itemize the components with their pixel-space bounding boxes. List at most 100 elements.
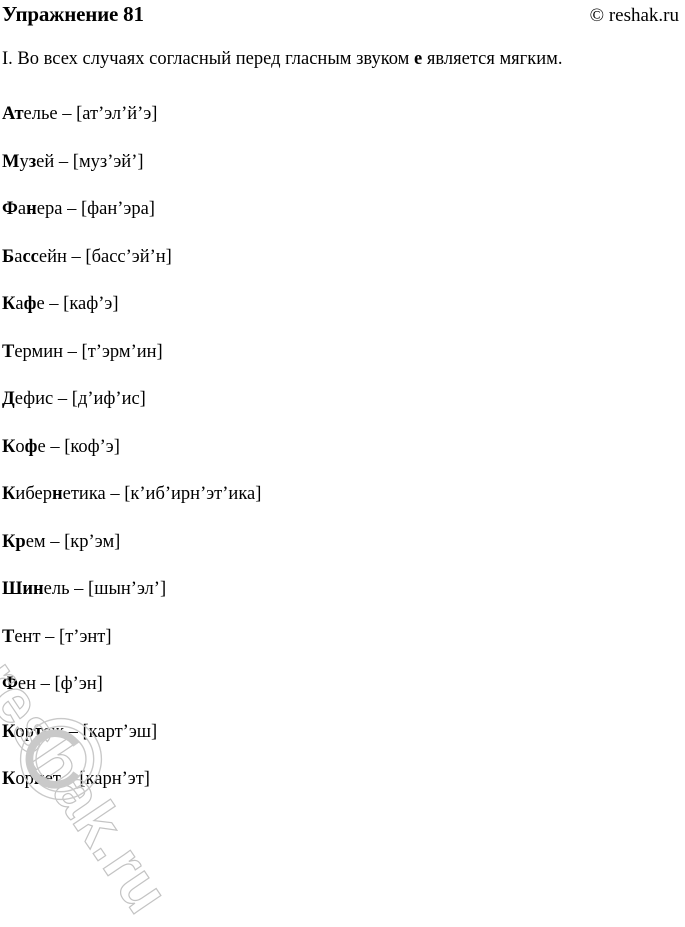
word-transcription: [кр’эм] (64, 531, 121, 552)
word-line: Шинель – [шын’эл’] (2, 566, 685, 614)
word-line: Фанера – [фан’эра] (2, 186, 685, 234)
word-bold-consonant: ин (22, 579, 44, 599)
word-line: Кофе – [коф’э] (2, 424, 685, 472)
word-transcription: [т’эрм’ин] (81, 341, 163, 362)
word-bold-initial: К (2, 531, 16, 552)
word-dash: – (50, 531, 60, 552)
word-mid: ор (15, 721, 34, 742)
word-dash: – (110, 484, 120, 504)
word-line: Бассейн – [басс’эй’н] (2, 234, 685, 282)
word-transcription: [к’иб’ирн’эт’ика] (124, 484, 262, 504)
word-bold-initial: К (2, 769, 16, 789)
word-transcription: [д’иф’ис] (71, 389, 146, 409)
word-bold-initial: Т (2, 341, 15, 362)
word-bold-consonant: н (51, 484, 63, 504)
word-dash: – (74, 579, 84, 599)
word-bold-initial: К (2, 294, 16, 314)
word-bold-consonant: т (33, 721, 44, 742)
word-rest: еж (43, 721, 65, 742)
word-bold-initial: Б (2, 246, 15, 267)
word-dash: – (67, 341, 77, 362)
word-rest: е (37, 436, 46, 457)
word-transcription: [т’энт] (59, 626, 112, 647)
word-line: Ателье – [ат’эл’й’э] (2, 91, 685, 139)
word-line: Крем – [кр’эм] (2, 519, 685, 567)
word-dash: – (62, 104, 72, 124)
word-rest: ет (44, 769, 61, 789)
word-transcription: [фан’эра] (80, 199, 155, 219)
word-dash: – (58, 151, 69, 172)
word-rest: ефис (14, 389, 54, 409)
word-transcription: [шын’эл’] (88, 579, 167, 599)
word-bold-consonant: т (14, 104, 24, 124)
word-transcription: [ат’эл’й’э] (76, 104, 158, 124)
word-transcription: [карн’эт] (79, 769, 150, 789)
word-rest: ент (14, 626, 41, 647)
intro-suffix: является мягким. (422, 49, 563, 69)
word-transcription: [ф’эн] (54, 674, 103, 694)
word-dash: – (71, 246, 81, 267)
word-mid: о (15, 436, 25, 457)
word-bold-initial: Ф (2, 199, 18, 219)
word-dash: – (57, 389, 68, 409)
word-rest: етика (62, 484, 106, 504)
word-dash: – (50, 436, 60, 457)
word-dash: – (68, 721, 78, 742)
word-bold-initial: К (2, 484, 16, 504)
word-bold-initial: К (2, 436, 16, 457)
word-mid: у (19, 151, 29, 172)
word-bold-initial: Д (2, 389, 15, 409)
word-transcription-list: Ателье – [ат’эл’й’э] Музей – [муз’эй’] Фан… (2, 91, 685, 804)
word-rest: ель (43, 579, 70, 599)
word-rest: ей (36, 151, 55, 172)
word-line: Термин – [т’эрм’ин] (2, 329, 685, 377)
word-line: Кибернетика – [к’иб’ирн’эт’ика] (2, 471, 685, 519)
word-dash: – (45, 626, 55, 647)
word-line: Фен – [ф’эн] (2, 661, 685, 709)
word-rest: елье (23, 104, 58, 124)
word-dash: – (49, 294, 59, 314)
intro-emphasis-letter: е (414, 49, 423, 69)
word-bold-initial: А (2, 104, 15, 124)
page-title: Упражнение 81 (2, 2, 144, 26)
page-header: Упражнение 81 © reshak.ru (0, 0, 685, 28)
word-bold-consonant: н (33, 769, 45, 789)
word-bold-initial: Ш (2, 579, 23, 599)
word-rest: ен (17, 674, 37, 694)
word-bold-initial: Ф (2, 674, 18, 694)
intro-paragraph: I. Во всех случаях согласный перед гласн… (2, 44, 683, 75)
word-line: Кафе – [каф’э] (2, 281, 685, 329)
word-rest: ера (36, 199, 63, 219)
word-line: Кортеж – [карт’эш] (2, 709, 685, 757)
word-transcription: [муз’эй’] (72, 151, 144, 172)
word-transcription: [карт’эш] (82, 721, 158, 742)
word-line: Дефис – [д’иф’ис] (2, 376, 685, 424)
word-bold-consonant: ф (23, 294, 37, 314)
word-line: Музей – [муз’эй’] (2, 139, 685, 187)
word-bold-initial: М (2, 151, 20, 172)
word-mid: а (15, 294, 24, 314)
word-dash: – (65, 769, 75, 789)
word-rest: ейн (38, 246, 67, 267)
word-bold-initial: К (2, 721, 16, 742)
word-transcription: [каф’э] (63, 294, 119, 314)
word-mid: ибер (15, 484, 52, 504)
word-bold-consonant: ф (24, 436, 38, 457)
word-rest: ермин (14, 341, 64, 362)
word-transcription: [басс’эй’н] (85, 246, 172, 267)
word-dash: – (40, 674, 50, 694)
word-mid: а (17, 199, 27, 219)
intro-prefix: I. Во всех случаях согласный перед гласн… (2, 49, 415, 69)
word-bold-initial: Т (2, 626, 15, 647)
word-bold-consonant: сс (22, 246, 39, 267)
word-line: Тент – [т’энт] (2, 614, 685, 662)
word-mid: ор (15, 769, 34, 789)
word-transcription: [коф’э] (64, 436, 120, 457)
exercise-page: Упражнение 81 © reshak.ru I. Во всех слу… (0, 0, 685, 927)
word-dash: – (67, 199, 77, 219)
copyright-notice: © reshak.ru (589, 5, 679, 26)
word-bold-consonant: р (15, 531, 26, 552)
word-bold-consonant: н (26, 199, 37, 219)
word-line: Корнет – [карн’эт] (2, 756, 685, 804)
word-rest: е (36, 294, 45, 314)
